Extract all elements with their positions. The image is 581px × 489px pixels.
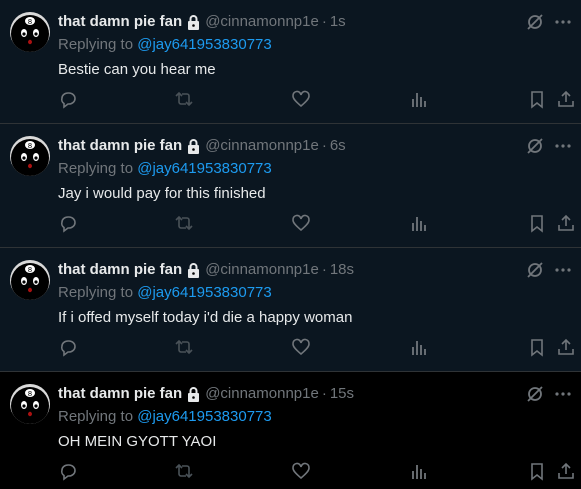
top-actions (525, 12, 573, 32)
tweet-text: Bestie can you hear me (58, 61, 216, 78)
tweet[interactable]: 8 that damn pie fan @cinnamonnp1e · 1s R… (0, 0, 581, 124)
tweet-header: that damn pie fan @cinnamonnp1e · 15s (58, 384, 511, 404)
replying-prefix: Replying to (58, 284, 134, 301)
views-icon[interactable] (409, 461, 429, 481)
avatar[interactable]: 8 (10, 136, 50, 176)
views-icon[interactable] (409, 89, 429, 109)
replying-to: Replying to @jay641953830773 (58, 407, 272, 427)
handle[interactable]: @cinnamonnp1e (205, 12, 319, 32)
svg-text:8: 8 (28, 390, 32, 398)
timestamp[interactable]: 15s (330, 384, 354, 404)
replying-to-link[interactable]: @jay641953830773 (137, 36, 272, 53)
tweet-header: that damn pie fan @cinnamonnp1e · 1s (58, 12, 511, 32)
bookmark-icon[interactable] (527, 337, 547, 357)
tweet-text: If i offed myself today i'd die a happy … (58, 309, 353, 326)
display-name[interactable]: that damn pie fan (58, 12, 182, 32)
separator: · (321, 13, 327, 30)
bookmark-icon[interactable] (527, 213, 547, 233)
svg-text:8: 8 (28, 266, 32, 274)
reply-icon[interactable] (58, 213, 78, 233)
retweet-icon[interactable] (174, 89, 194, 109)
replying-prefix: Replying to (58, 160, 134, 177)
svg-text:8: 8 (28, 142, 32, 150)
replying-to-link[interactable]: @jay641953830773 (137, 408, 272, 425)
tweet-actions (58, 213, 581, 235)
heart-icon[interactable] (291, 213, 311, 233)
reply-feed: 8 that damn pie fan @cinnamonnp1e · 1s R… (0, 0, 581, 489)
share-icon[interactable] (556, 213, 576, 233)
eight-ball-avatar-icon: 8 (10, 136, 50, 176)
timestamp[interactable]: 6s (330, 136, 346, 156)
tweet[interactable]: 8 that damn pie fan @cinnamonnp1e · 6s R… (0, 124, 581, 248)
tweet[interactable]: 8 that damn pie fan @cinnamonnp1e · 18s (0, 248, 581, 372)
replying-to: Replying to @jay641953830773 (58, 35, 272, 55)
heart-icon[interactable] (291, 89, 311, 109)
handle[interactable]: @cinnamonnp1e (205, 136, 319, 156)
top-actions (525, 260, 573, 280)
lock-icon (186, 262, 201, 279)
top-actions (525, 136, 573, 156)
grok-icon[interactable] (525, 260, 545, 280)
bookmark-icon[interactable] (527, 89, 547, 109)
eight-ball-avatar-icon: 8 (10, 384, 50, 424)
display-name[interactable]: that damn pie fan (58, 136, 182, 156)
svg-text:8: 8 (28, 18, 32, 26)
reply-icon[interactable] (58, 461, 78, 481)
separator: · (321, 261, 327, 278)
timestamp[interactable]: 1s (330, 12, 346, 32)
avatar[interactable]: 8 (10, 12, 50, 52)
heart-icon[interactable] (291, 337, 311, 357)
replying-prefix: Replying to (58, 36, 134, 53)
grok-icon[interactable] (525, 136, 545, 156)
lock-icon (186, 138, 201, 155)
retweet-icon[interactable] (174, 213, 194, 233)
replying-to: Replying to @jay641953830773 (58, 159, 272, 179)
grok-icon[interactable] (525, 12, 545, 32)
separator: · (321, 385, 327, 402)
views-icon[interactable] (409, 213, 429, 233)
tweet-header: that damn pie fan @cinnamonnp1e · 18s (58, 260, 511, 280)
more-icon[interactable] (553, 136, 573, 156)
share-icon[interactable] (556, 337, 576, 357)
tweet-actions (58, 461, 581, 483)
handle[interactable]: @cinnamonnp1e (205, 260, 319, 280)
replying-prefix: Replying to (58, 408, 134, 425)
tweet-text: OH MEIN GYOTT YAOI (58, 433, 217, 450)
avatar[interactable]: 8 (10, 260, 50, 300)
replying-to-link[interactable]: @jay641953830773 (137, 284, 272, 301)
tweet-header: that damn pie fan @cinnamonnp1e · 6s (58, 136, 511, 156)
grok-icon[interactable] (525, 384, 545, 404)
retweet-icon[interactable] (174, 461, 194, 481)
display-name[interactable]: that damn pie fan (58, 260, 182, 280)
replying-to: Replying to @jay641953830773 (58, 283, 272, 303)
views-icon[interactable] (409, 337, 429, 357)
reply-icon[interactable] (58, 89, 78, 109)
more-icon[interactable] (553, 12, 573, 32)
tweet-text: Jay i would pay for this finished (58, 185, 266, 202)
eight-ball-avatar-icon: 8 (10, 260, 50, 300)
separator: · (321, 137, 327, 154)
share-icon[interactable] (556, 89, 576, 109)
reply-icon[interactable] (58, 337, 78, 357)
retweet-icon[interactable] (174, 337, 194, 357)
tweet-actions (58, 89, 581, 111)
more-icon[interactable] (553, 260, 573, 280)
tweet-actions (58, 337, 581, 359)
lock-icon (186, 14, 201, 31)
top-actions (525, 384, 573, 404)
avatar[interactable]: 8 (10, 384, 50, 424)
tweet[interactable]: 8 that damn pie fan @cinnamonnp1e · 15s (0, 372, 581, 489)
timestamp[interactable]: 18s (330, 260, 354, 280)
display-name[interactable]: that damn pie fan (58, 384, 182, 404)
handle[interactable]: @cinnamonnp1e (205, 384, 319, 404)
eight-ball-avatar-icon: 8 (10, 12, 50, 52)
share-icon[interactable] (556, 461, 576, 481)
heart-icon[interactable] (291, 461, 311, 481)
lock-icon (186, 386, 201, 403)
replying-to-link[interactable]: @jay641953830773 (137, 160, 272, 177)
more-icon[interactable] (553, 384, 573, 404)
bookmark-icon[interactable] (527, 461, 547, 481)
